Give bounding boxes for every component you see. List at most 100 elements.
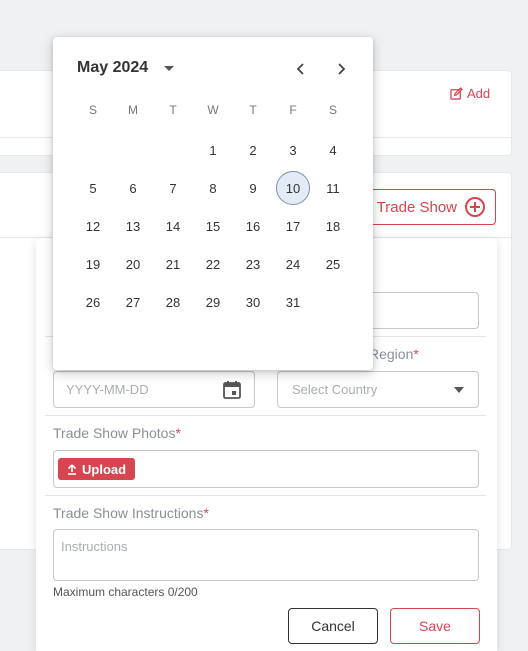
- day-number: 22: [205, 256, 221, 272]
- empty-day-cell: [153, 131, 193, 169]
- day-cell[interactable]: 19: [73, 245, 113, 283]
- edit-square-icon: [450, 87, 463, 100]
- day-number: 5: [89, 180, 97, 196]
- day-number: 23: [245, 256, 261, 272]
- day-cell[interactable]: 6: [113, 169, 153, 207]
- month-selector[interactable]: May 2024: [77, 59, 175, 77]
- day-cell[interactable]: 26: [73, 283, 113, 321]
- day-number: 11: [326, 180, 340, 196]
- day-number: 17: [285, 218, 301, 234]
- day-number: 4: [329, 142, 337, 158]
- day-number: 1: [209, 142, 217, 158]
- day-number: 19: [85, 256, 101, 272]
- caret-down-icon: [454, 386, 464, 393]
- previous-month-button[interactable]: [289, 57, 313, 81]
- caret-down-icon: [164, 65, 175, 71]
- upload-arrow-icon: [67, 463, 77, 475]
- day-number: 13: [125, 218, 141, 234]
- country-select[interactable]: Select Country: [277, 371, 479, 408]
- day-number: 7: [169, 180, 177, 196]
- day-cell[interactable]: 31: [273, 283, 313, 321]
- day-cell[interactable]: 23: [233, 245, 273, 283]
- next-month-button[interactable]: [329, 57, 353, 81]
- day-number: 20: [125, 256, 141, 272]
- cancel-button[interactable]: Cancel: [288, 608, 378, 644]
- day-cell[interactable]: 25: [313, 245, 353, 283]
- day-number: 25: [325, 256, 341, 272]
- chevron-right-icon: [338, 63, 346, 75]
- day-number: 28: [165, 294, 181, 310]
- add-trade-show-button[interactable]: Trade Show: [362, 189, 496, 225]
- day-number: 10: [276, 171, 310, 205]
- day-number: 27: [125, 294, 141, 310]
- day-cell[interactable]: 9: [233, 169, 273, 207]
- weekday-label: S: [88, 103, 97, 117]
- selected-day-cell[interactable]: 10: [273, 169, 313, 207]
- day-number: 6: [129, 180, 137, 196]
- date-field[interactable]: YYYY-MM-DD: [53, 371, 255, 408]
- upload-button[interactable]: Upload: [58, 458, 136, 480]
- day-cell[interactable]: 27: [113, 283, 153, 321]
- day-cell[interactable]: 13: [113, 207, 153, 245]
- day-cell[interactable]: 17: [273, 207, 313, 245]
- weekday-label: S: [328, 103, 337, 117]
- empty-day-cell: [113, 131, 153, 169]
- add-link[interactable]: Add: [450, 86, 490, 101]
- day-number: 9: [249, 180, 257, 196]
- weekday-label: F: [289, 103, 297, 117]
- date-picker-popup: May 2024 SMTWTFS 1 2 3 4 5 6 7 8 9 10 11 12 13 14 15 16…: [53, 37, 373, 370]
- date-placeholder: YYYY-MM-DD: [66, 382, 149, 397]
- weekday-label: M: [128, 103, 138, 117]
- day-cell[interactable]: 14: [153, 207, 193, 245]
- day-number: 14: [165, 218, 181, 234]
- day-number: 31: [285, 294, 301, 310]
- day-cell[interactable]: 22: [193, 245, 233, 283]
- weekday-label: W: [207, 103, 219, 117]
- day-cell[interactable]: 11: [313, 169, 353, 207]
- country-placeholder: Select Country: [292, 382, 378, 397]
- weekday-header: SMTWTFS: [73, 103, 353, 117]
- divider: [45, 495, 486, 496]
- save-button[interactable]: Save: [390, 608, 480, 644]
- calendar-icon[interactable]: [222, 380, 242, 400]
- day-cell[interactable]: 15: [193, 207, 233, 245]
- day-number: 16: [245, 218, 261, 234]
- day-cell[interactable]: 16: [233, 207, 273, 245]
- add-link-label: Add: [467, 86, 491, 101]
- day-number: 26: [85, 294, 101, 310]
- day-cell[interactable]: 4: [313, 131, 353, 169]
- day-number: 18: [325, 218, 341, 234]
- photos-upload-field: Upload: [53, 450, 479, 488]
- day-cell[interactable]: 8: [193, 169, 233, 207]
- weekday-label: T: [169, 103, 177, 117]
- photos-label: Trade Show Photos*: [53, 425, 181, 441]
- day-cell[interactable]: 1: [193, 131, 233, 169]
- day-cell[interactable]: 18: [313, 207, 353, 245]
- day-cell[interactable]: 21: [153, 245, 193, 283]
- day-number: 30: [245, 294, 261, 310]
- day-number: 8: [209, 180, 217, 196]
- day-cell[interactable]: 30: [233, 283, 273, 321]
- instructions-textarea[interactable]: Instructions: [53, 529, 479, 581]
- day-cell[interactable]: 7: [153, 169, 193, 207]
- day-cell[interactable]: 3: [273, 131, 313, 169]
- day-number: 12: [85, 218, 101, 234]
- empty-day-cell: [73, 131, 113, 169]
- day-cell[interactable]: 2: [233, 131, 273, 169]
- instructions-placeholder: Instructions: [61, 539, 128, 554]
- weekday-label: T: [249, 103, 257, 117]
- day-number: 15: [205, 218, 221, 234]
- chevron-left-icon: [296, 63, 304, 75]
- divider: [45, 415, 486, 416]
- day-cell[interactable]: 20: [113, 245, 153, 283]
- day-number: 24: [285, 256, 301, 272]
- day-cell[interactable]: 24: [273, 245, 313, 283]
- day-cell[interactable]: 29: [193, 283, 233, 321]
- day-number: 29: [205, 294, 221, 310]
- day-grid: 1 2 3 4 5 6 7 8 9 10 11 12 13 14 15 16 17 18 19 20 21 22 23 24 2…: [73, 131, 353, 321]
- day-cell[interactable]: 5: [73, 169, 113, 207]
- upload-label: Upload: [82, 461, 127, 477]
- day-cell[interactable]: 28: [153, 283, 193, 321]
- day-number: 3: [289, 142, 297, 158]
- day-cell[interactable]: 12: [73, 207, 113, 245]
